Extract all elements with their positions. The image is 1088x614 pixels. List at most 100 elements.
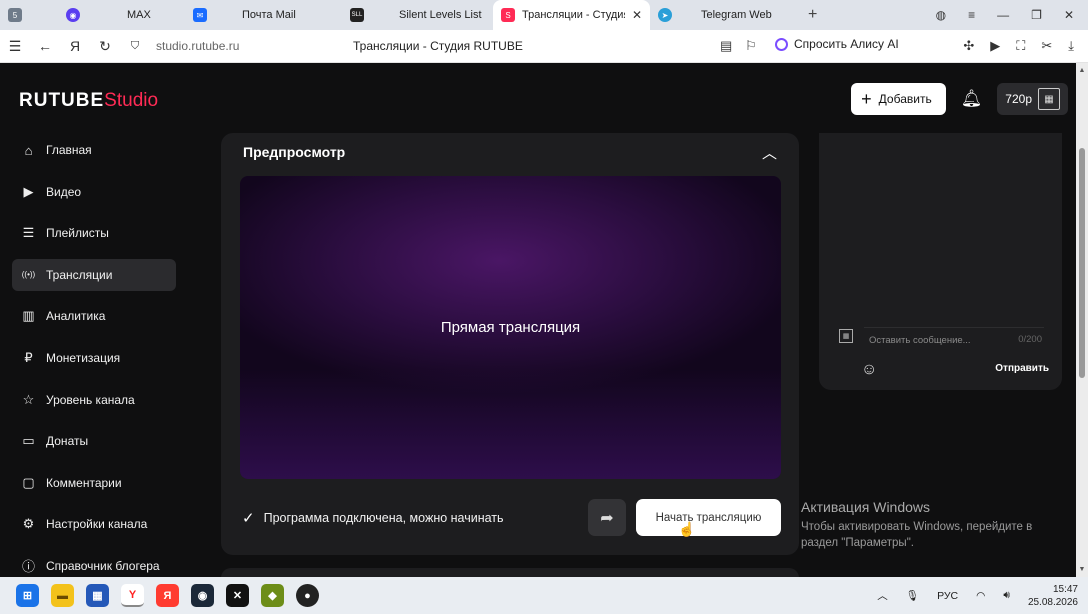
game-icon[interactable]: ◆ (261, 584, 284, 607)
close-tab-icon[interactable]: ✕ (632, 8, 642, 22)
sidebar-item-10[interactable]: ⓘ Справочник блогера (12, 550, 176, 577)
channel-avatar[interactable]: ▦ (1038, 88, 1060, 110)
balance-badge[interactable]: 720р ▦ (997, 83, 1068, 115)
header-actions: + Добавить 🔔︎ 720р ▦ (851, 83, 1068, 115)
add-button[interactable]: + Добавить (851, 83, 946, 115)
monetization-icon: ₽ (24, 349, 33, 365)
language-indicator[interactable]: РУС (937, 590, 958, 602)
microphone-icon[interactable]: 🎙︎ (906, 589, 919, 602)
tab-silent-levels[interactable]: SLL Silent Levels List (342, 0, 493, 30)
sidebar-item-8[interactable]: ▢ Комментарии (12, 467, 176, 499)
sidebar-item-7[interactable]: ▭ Донаты (12, 425, 176, 457)
mail-icon: ✉ (193, 8, 207, 22)
scroll-thumb[interactable] (1079, 148, 1085, 378)
yandex-icon[interactable]: Я (156, 584, 179, 607)
settings-icon: ⚙ (22, 516, 35, 532)
address-bar: ☰ ← Я ↻ ⛉ studio.rutube.ru Трансляции - … (0, 30, 1088, 63)
share-icon: ➦ (600, 509, 614, 527)
menu-icon[interactable]: ≡ (968, 8, 975, 22)
add-label: Добавить (878, 92, 932, 106)
sidebar-item-label: Главная (46, 143, 92, 157)
close-window-icon[interactable]: ✕ (1064, 8, 1074, 22)
downloads-icon[interactable]: ⤓ (1068, 38, 1074, 54)
file-explorer-icon[interactable]: ▬ (51, 584, 74, 607)
obs-icon[interactable]: ● (296, 584, 319, 607)
collections-icon[interactable]: ⛶ (1016, 38, 1025, 54)
status-text: Программа подключена, можно начинать (263, 511, 504, 525)
site-info-icon[interactable]: ⛉ (120, 40, 150, 53)
playlist-icon: ☰ (22, 225, 35, 241)
new-tab-button[interactable]: + (808, 6, 817, 24)
chevron-up-icon[interactable]: ︿ (762, 142, 777, 163)
chat-message-input[interactable]: Оставить сообщение... (869, 335, 971, 346)
screenshot-icon[interactable]: ✂ (1041, 38, 1052, 54)
balance-value: 720р (1005, 92, 1032, 106)
check-icon: ✓ (242, 510, 255, 527)
sidebar-item-1[interactable]: ▶ Видео (12, 176, 176, 208)
tab-telegram[interactable]: ➤ Telegram Web (650, 0, 800, 30)
chat-panel: ▦ Оставить сообщение... 0/200 ☺ Отправит… (819, 133, 1062, 390)
sidebar-item-label: Справочник блогера (46, 558, 160, 573)
sidebar-item-2[interactable]: ☰ Плейлисты (12, 217, 176, 249)
tab-rutube-studio[interactable]: S Трансляции - Студия ✕ (493, 0, 650, 30)
tab-label: Почта Mail (242, 9, 296, 21)
share-button[interactable]: ➦ (588, 499, 626, 536)
reload-icon[interactable]: ↻ (90, 38, 120, 55)
start-stream-button[interactable]: Начать трансляцию (636, 499, 781, 536)
menu-hamburger-icon[interactable]: ☰ (0, 38, 30, 55)
emoji-icon[interactable]: ☺ (861, 361, 877, 379)
wifi-icon[interactable]: ◠ (976, 590, 985, 602)
profile-icon[interactable]: ◍ (936, 8, 946, 22)
tab-max[interactable]: ◉ MAX (28, 0, 185, 30)
bookmark-icon[interactable]: ⚐ (745, 38, 757, 54)
preview-placeholder: Прямая трансляция (440, 319, 581, 336)
scroll-up-icon[interactable]: ▲ (1076, 67, 1088, 74)
back-icon[interactable]: ← (30, 38, 60, 54)
url-field[interactable]: studio.rutube.ru (156, 39, 239, 53)
ask-alice-button[interactable]: Спросить Алису AI (775, 37, 899, 51)
rutube-studio-logo[interactable]: RUTUBEStudio (19, 90, 158, 112)
yandex-icon[interactable]: Я (60, 38, 90, 54)
windows-start-icon[interactable]: ⊞ (16, 584, 39, 607)
scroll-down-icon[interactable]: ▼ (1076, 566, 1088, 573)
scrollbar[interactable]: ▲ ▼ (1076, 63, 1088, 577)
tab-pinned[interactable]: 5 (0, 0, 28, 30)
volume-icon[interactable]: 🔊︎ (1003, 589, 1010, 602)
clock[interactable]: 15:47 25.08.2026 (1028, 583, 1078, 609)
info-icon: ⓘ (21, 559, 35, 575)
clock-time: 15:47 (1052, 583, 1078, 595)
divider (864, 327, 1044, 328)
chat-char-counter: 0/200 (1018, 334, 1042, 345)
connection-status: ✓ Программа подключена, можно начинать (242, 509, 504, 527)
reader-icon[interactable]: ▤ (720, 38, 732, 54)
sidebar-item-9[interactable]: ⚙ Настройки канала (12, 508, 176, 540)
media-icon[interactable]: ▶ (990, 38, 1000, 54)
restore-icon[interactable]: ❐ (1031, 8, 1042, 22)
alice-label: Спросить Алису AI (794, 37, 899, 51)
hand-cursor-icon: ☝ (678, 521, 696, 537)
preview-title: Предпросмотр (243, 144, 346, 160)
sidebar-item-0[interactable]: ⌂ Главная (12, 134, 176, 166)
notifications-bell-icon[interactable]: 🔔︎ (961, 89, 983, 109)
window-controls: ◍ ≡ — ❐ ✕ (936, 0, 1088, 30)
sidebar-item-4[interactable]: ▥ Аналитика (12, 300, 176, 332)
extensions-icon[interactable]: ✣ (963, 38, 974, 54)
tray-chevron-up-icon[interactable]: ︿ (877, 588, 888, 603)
minimize-icon[interactable]: — (997, 8, 1009, 22)
yandex-browser-icon[interactable]: Y (121, 584, 144, 607)
sidebar-item-6[interactable]: ☆ Уровень канала (12, 384, 176, 416)
steam-icon[interactable]: ◉ (191, 584, 214, 607)
rutube-studio-app: RUTUBEStudio + Добавить 🔔︎ 720р ▦ ⌂ Главн… (0, 63, 1088, 577)
browser-tabbar: 5 ◉ MAX ✉ Почта Mail SLL Silent Levels L… (0, 0, 1088, 30)
capcut-icon[interactable]: ✕ (226, 584, 249, 607)
sidebar-item-3[interactable]: ((•)) Трансляции (12, 258, 176, 291)
video-icon: ▶ (23, 183, 34, 199)
sidebar-item-5[interactable]: ₽ Монетизация (12, 342, 176, 374)
preview-panel: Предпросмотр ︿ Прямая трансляция ✓ Прогр… (221, 133, 799, 555)
broadcast-icon: ((•)) (21, 270, 36, 280)
tab-mail[interactable]: ✉ Почта Mail (185, 0, 342, 30)
store-icon[interactable]: ▦ (86, 584, 109, 607)
sidebar-item-label: Настройки канала (46, 517, 148, 532)
activation-text-2: раздел "Параметры". (801, 537, 914, 549)
send-button[interactable]: Отправить (995, 363, 1049, 374)
